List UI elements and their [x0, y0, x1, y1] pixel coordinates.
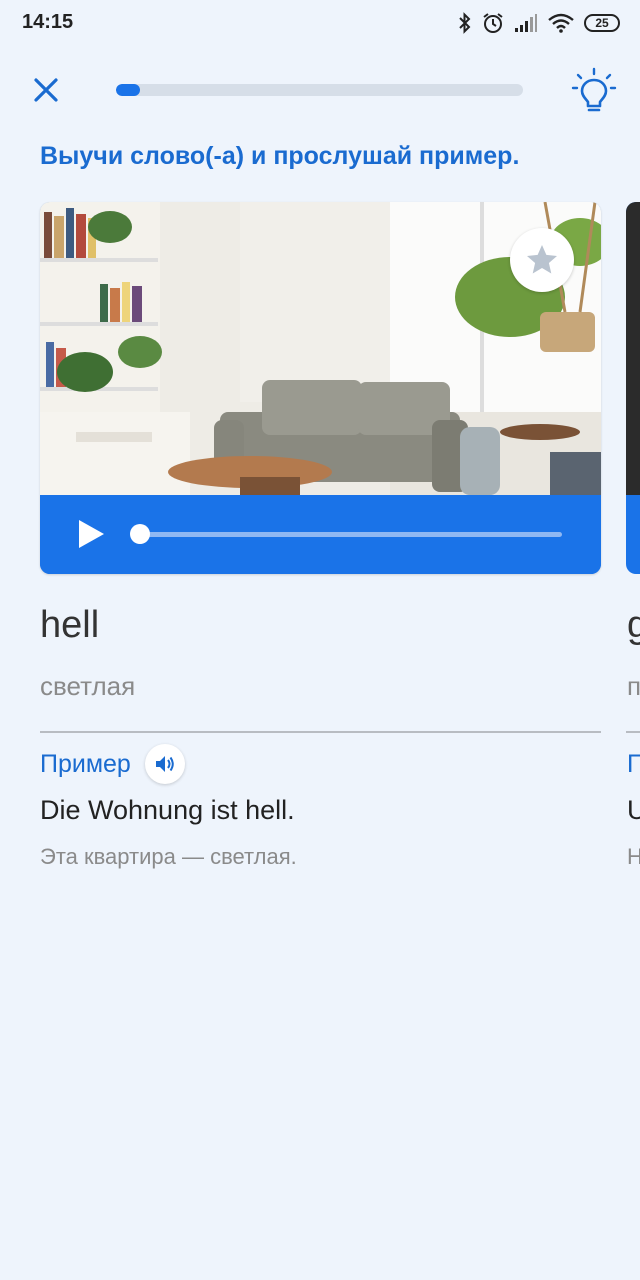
- close-button[interactable]: [28, 72, 64, 108]
- example-translation: Эта квартира — светлая.: [40, 844, 297, 869]
- next-example-sentence-peek: U: [627, 795, 640, 825]
- bluetooth-icon: [459, 12, 471, 34]
- alarm-icon: [483, 13, 503, 33]
- divider: [40, 731, 601, 733]
- next-example-translation-peek: Н: [627, 844, 640, 869]
- example-audio-button[interactable]: [145, 744, 185, 784]
- lesson-screen: 14:15 25 Выучи слово(-а) и прослушай при…: [0, 0, 640, 1280]
- status-icons: 25: [458, 10, 620, 36]
- next-word-peek: g: [627, 604, 640, 646]
- instruction-text: Выучи слово(-а) и прослушай пример.: [40, 142, 520, 170]
- audio-seek-handle[interactable]: [130, 524, 150, 544]
- star-icon: [527, 245, 557, 274]
- wifi-icon: [548, 13, 574, 33]
- close-icon: [34, 78, 58, 102]
- audio-seek-track[interactable]: [140, 532, 562, 537]
- next-word-card[interactable]: [626, 202, 640, 574]
- lightbulb-icon: [571, 67, 617, 112]
- next-translation-peek: п: [627, 671, 640, 701]
- next-word-image: [626, 202, 640, 495]
- word-card: [40, 202, 601, 574]
- lesson-progress-bar: [116, 84, 523, 96]
- status-time: 14:15: [22, 11, 74, 33]
- play-icon: [79, 520, 104, 548]
- example-sentence: Die Wohnung ist hell.: [40, 795, 295, 825]
- signal-icon: [515, 14, 537, 32]
- word-text: hell: [40, 604, 100, 646]
- next-example-label-peek: П: [627, 750, 640, 778]
- play-button[interactable]: [74, 517, 108, 551]
- example-label: Пример: [40, 750, 131, 778]
- next-divider: [626, 731, 640, 733]
- lesson-progress-fill: [116, 84, 141, 96]
- favorite-button[interactable]: [510, 228, 574, 292]
- battery-level: 25: [595, 16, 609, 30]
- status-bar: 14:15 25: [0, 0, 640, 46]
- hint-button[interactable]: [570, 66, 618, 116]
- battery-icon: 25: [584, 14, 620, 32]
- word-translation: светлая: [40, 671, 136, 701]
- audio-player: [40, 495, 601, 574]
- speaker-icon: [156, 756, 174, 772]
